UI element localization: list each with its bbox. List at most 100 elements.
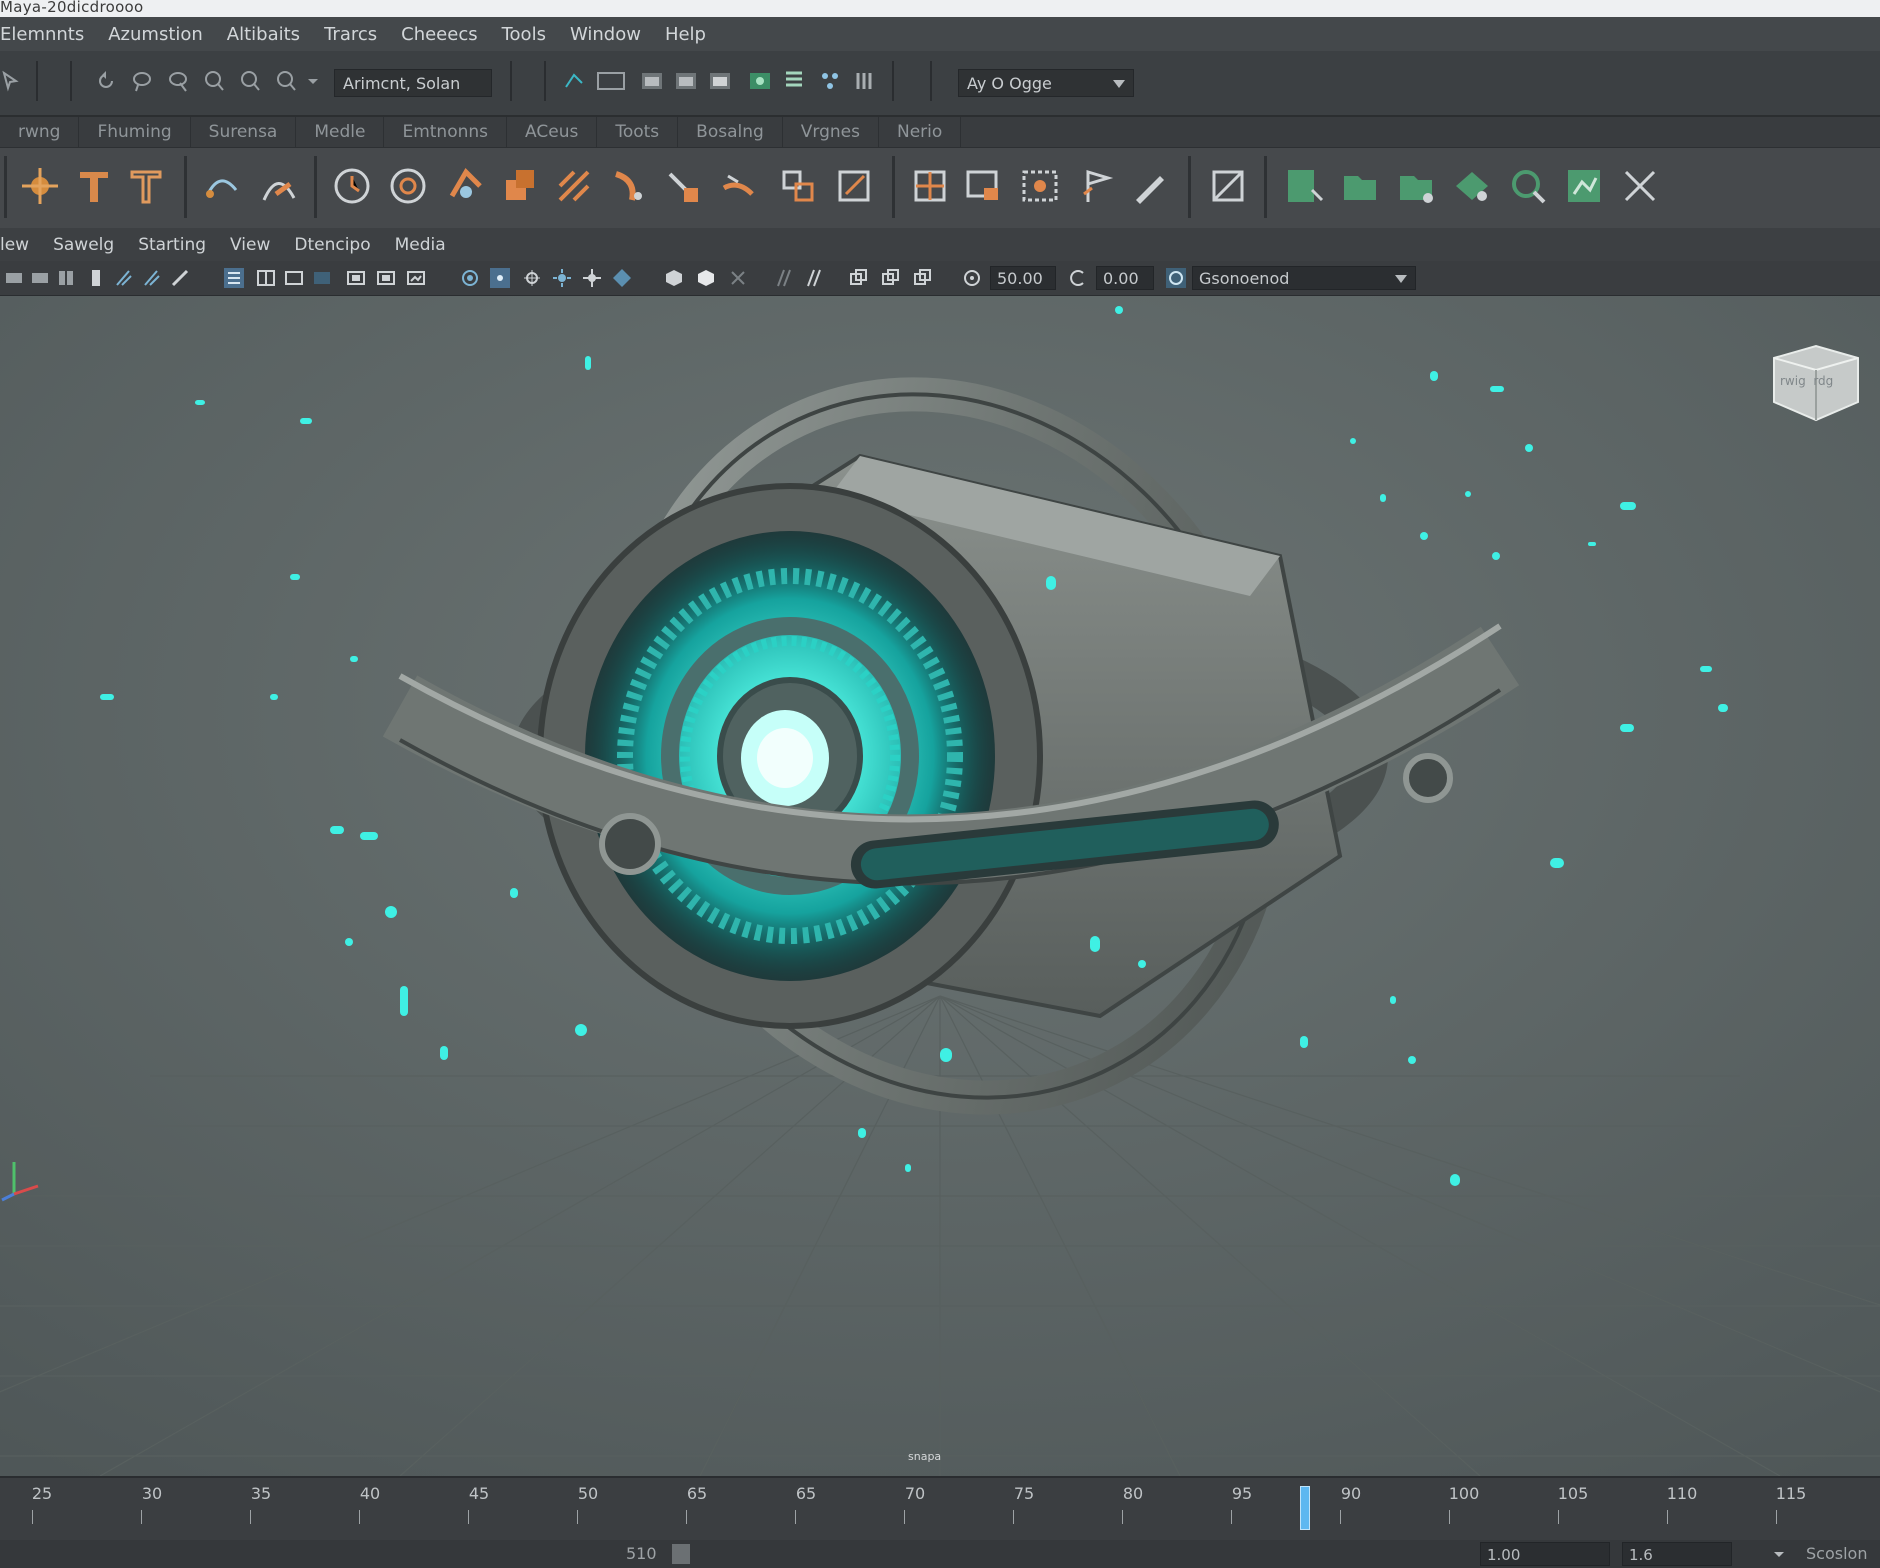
- safe-action-icon[interactable]: [406, 268, 426, 288]
- time-slider[interactable]: 25 30 35 40 45 50 65 65 70 75 80 95 90 1…: [0, 1476, 1880, 1542]
- film-gate-icon[interactable]: [284, 268, 304, 288]
- view-cube[interactable]: rwig rdg: [1766, 344, 1860, 422]
- view-transform-dropdown[interactable]: Gsonoenod: [1192, 266, 1416, 290]
- target-icon[interactable]: [386, 164, 430, 208]
- shelf-tab-fluming[interactable]: Fhuming: [79, 117, 191, 147]
- shaded-cube-icon[interactable]: [664, 268, 684, 288]
- undo-icon[interactable]: [94, 69, 118, 93]
- joint-tool-icon[interactable]: [444, 164, 488, 208]
- render-region-icon[interactable]: [596, 69, 626, 93]
- image-plane-icon[interactable]: [114, 268, 134, 288]
- slash-box-icon[interactable]: [1206, 164, 1250, 208]
- panel-menu-renderer[interactable]: Dtencipo: [294, 235, 370, 255]
- chevron-down-icon[interactable]: [1772, 1548, 1786, 1560]
- panel-menu-show[interactable]: View: [230, 235, 270, 255]
- text-tool-icon[interactable]: [72, 164, 116, 208]
- pen-tool-icon[interactable]: [1128, 164, 1172, 208]
- type-tool-icon[interactable]: [124, 164, 168, 208]
- shelf-tab-tools[interactable]: Toots: [597, 117, 679, 147]
- green-export-icon[interactable]: [1394, 164, 1438, 208]
- shelf-tab-bosaling[interactable]: Bosalng: [678, 117, 783, 147]
- 2d-pan-icon[interactable]: [142, 268, 162, 288]
- panel-menu-panels[interactable]: Media: [395, 235, 446, 255]
- textured-cube-icon[interactable]: [696, 268, 716, 288]
- chevron-down-icon[interactable]: [306, 69, 320, 93]
- motion-blur-icon[interactable]: [774, 268, 794, 288]
- move-gizmo-icon[interactable]: [18, 164, 62, 208]
- exposure-input[interactable]: 50.00: [990, 266, 1056, 290]
- mesh-tool-icon[interactable]: [552, 164, 596, 208]
- grid-toggle-icon[interactable]: [256, 268, 276, 288]
- status-input-field[interactable]: Arimcnt, Solan: [334, 69, 492, 97]
- align-tool-icon[interactable]: [776, 164, 820, 208]
- range-start-input[interactable]: 1.00: [1480, 1542, 1610, 1566]
- render-settings-icon[interactable]: [708, 69, 732, 93]
- snapshot-tool-icon[interactable]: [1018, 164, 1062, 208]
- green-folder-icon[interactable]: [1338, 164, 1382, 208]
- channel-box-icon[interactable]: [782, 69, 806, 93]
- green-map-icon[interactable]: [1562, 164, 1606, 208]
- bookmark-icon[interactable]: [86, 268, 106, 288]
- menu-help[interactable]: Help: [665, 24, 706, 45]
- xray-joints-icon[interactable]: [522, 268, 542, 288]
- field-chart-icon[interactable]: [376, 268, 396, 288]
- menu-elements[interactable]: Elemnnts: [0, 24, 84, 45]
- menu-tools[interactable]: Tools: [502, 24, 546, 45]
- hypershade-icon[interactable]: [748, 69, 772, 93]
- flag-tool-icon[interactable]: [1074, 164, 1118, 208]
- workspace-dropdown[interactable]: Ay O Ogge: [958, 69, 1134, 97]
- menu-tracks[interactable]: Trarcs: [324, 24, 377, 45]
- snap-point-icon[interactable]: [274, 69, 298, 93]
- layout-single-icon[interactable]: [848, 268, 868, 288]
- range-handle[interactable]: [672, 1544, 690, 1564]
- curve-tool-icon[interactable]: [200, 164, 244, 208]
- menu-attributes[interactable]: Altibaits: [227, 24, 300, 45]
- shelf-tab-aceus[interactable]: ACeus: [507, 117, 598, 147]
- shelf-tab-emitters[interactable]: Emtnonns: [384, 117, 508, 147]
- isolate-select-icon[interactable]: [460, 268, 480, 288]
- attribute-editor-icon[interactable]: [852, 69, 876, 93]
- select-tool-icon[interactable]: [0, 69, 24, 93]
- modeling-toolkit-icon[interactable]: [818, 69, 842, 93]
- shelf-tab-nerio[interactable]: Nerio: [879, 117, 962, 147]
- gamma-input[interactable]: 0.00: [1096, 266, 1154, 290]
- hand-tool-icon[interactable]: [660, 164, 704, 208]
- panel-menu-lighting[interactable]: Starting: [138, 235, 206, 255]
- shadows-toggle-icon[interactable]: [582, 268, 602, 288]
- anti-alias-icon[interactable]: [804, 268, 824, 288]
- resolution-gate-icon[interactable]: [312, 268, 332, 288]
- gamma-icon[interactable]: [1068, 268, 1088, 288]
- camera-select-icon[interactable]: [4, 268, 24, 288]
- green-search-icon[interactable]: [1506, 164, 1550, 208]
- color-management-icon[interactable]: [1166, 268, 1186, 288]
- lasso-select-icon[interactable]: [130, 69, 154, 93]
- shelf-tab-vignes[interactable]: Vrgnes: [783, 117, 879, 147]
- box-tool-icon[interactable]: [498, 164, 542, 208]
- menu-checks[interactable]: Cheeecs: [401, 24, 477, 45]
- render-frame-icon[interactable]: [640, 69, 664, 93]
- deform-tool-icon[interactable]: [606, 164, 650, 208]
- grid-tool-icon[interactable]: [908, 164, 952, 208]
- camera-attributes-icon[interactable]: [56, 268, 76, 288]
- green-share-icon[interactable]: [1450, 164, 1494, 208]
- panel-menu-view[interactable]: lew: [0, 235, 29, 255]
- layout-two-icon[interactable]: [880, 268, 900, 288]
- exposure-icon[interactable]: [962, 268, 982, 288]
- shelf-tab-model[interactable]: Medle: [296, 117, 385, 147]
- green-page-icon[interactable]: [1282, 164, 1326, 208]
- clock-icon[interactable]: [330, 164, 374, 208]
- gate-mask-icon[interactable]: [346, 268, 366, 288]
- xray-toggle-icon[interactable]: [490, 268, 510, 288]
- lights-toggle-icon[interactable]: [552, 268, 572, 288]
- display-tool-icon[interactable]: [962, 164, 1006, 208]
- snap-curve-icon[interactable]: [238, 69, 262, 93]
- shelf-tab-rigging[interactable]: rwng: [0, 117, 80, 147]
- grease-pencil-icon[interactable]: [170, 268, 190, 288]
- layout-four-icon[interactable]: [912, 268, 932, 288]
- ambient-occlusion-icon[interactable]: [612, 268, 632, 288]
- wireframe-toggle-icon[interactable]: [224, 268, 244, 288]
- close-icon[interactable]: [1618, 164, 1662, 208]
- panel-menu-shading[interactable]: Sawelg: [53, 235, 114, 255]
- menu-animation[interactable]: Azumstion: [108, 24, 203, 45]
- ipr-render-icon[interactable]: [674, 69, 698, 93]
